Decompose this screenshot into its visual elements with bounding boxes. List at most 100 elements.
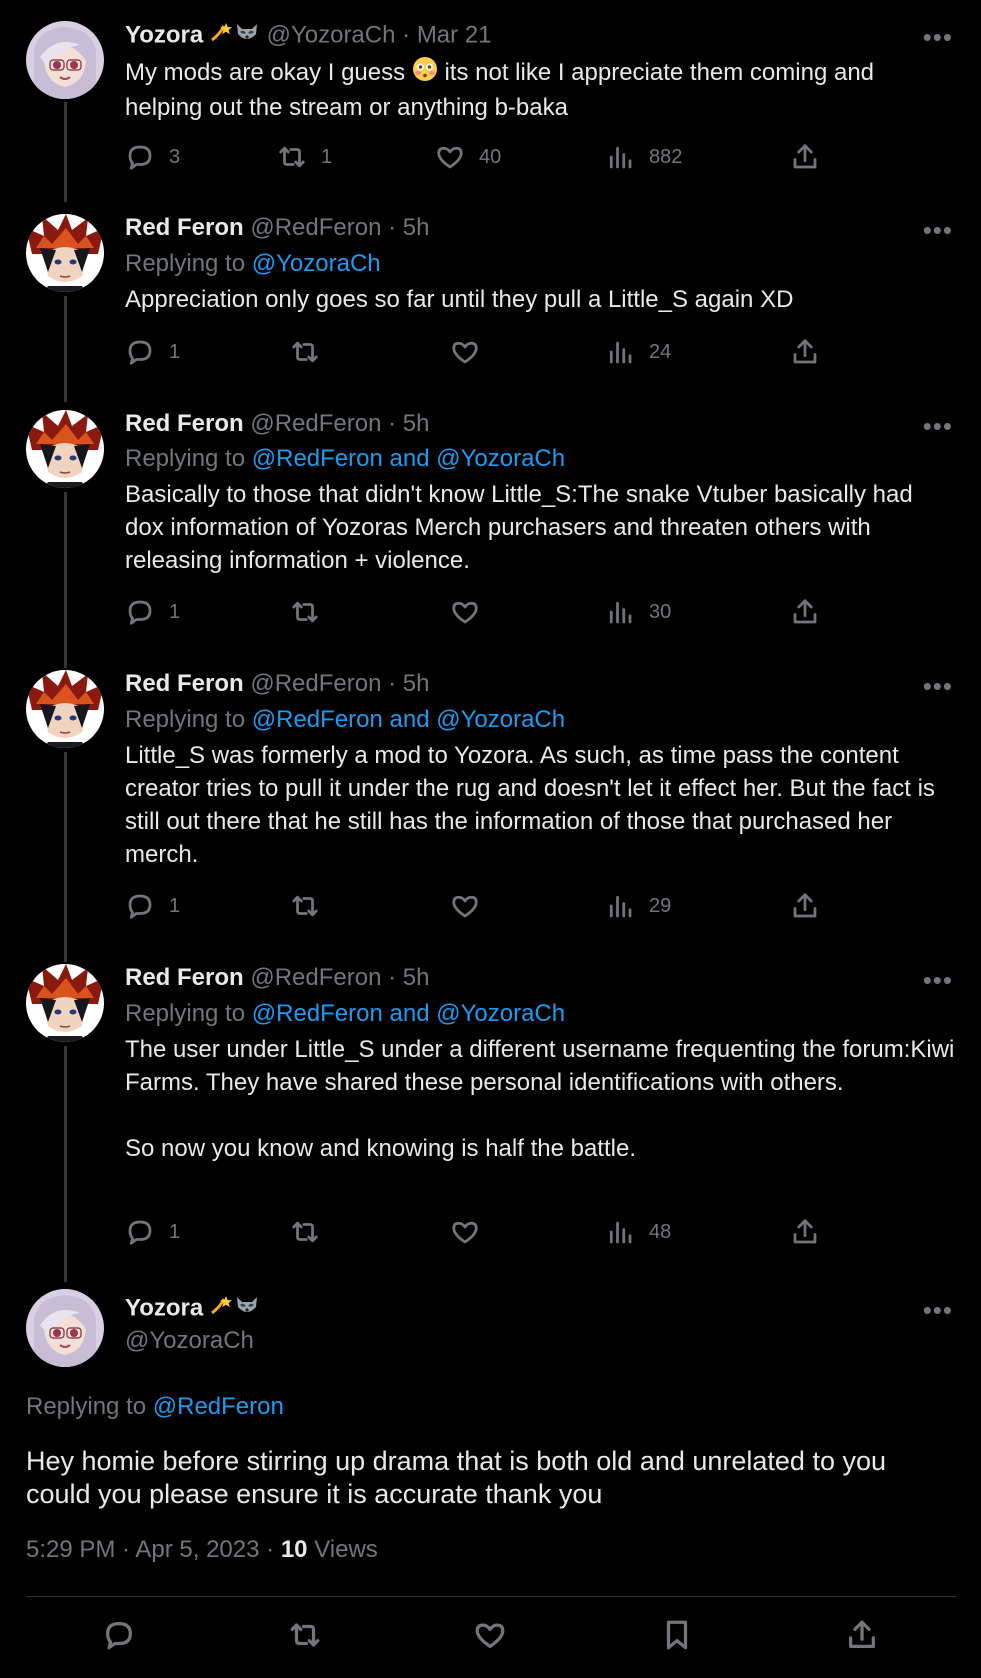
bookmark-icon[interactable] (660, 1618, 694, 1652)
share-button[interactable] (790, 1217, 820, 1247)
display-name[interactable]: Red Feron (125, 214, 244, 241)
more-icon[interactable]: ••• (923, 413, 953, 439)
reply-button[interactable]: 1 (125, 891, 180, 921)
views-button[interactable]: 29 (605, 891, 671, 921)
share-button[interactable] (790, 142, 820, 172)
tweet-meta: 5:29 PM · Apr 5, 2023 · 10 Views (26, 1535, 378, 1565)
views-count: 10 (280, 1536, 308, 1563)
views-count: 29 (649, 894, 672, 917)
separator-dot: · (388, 410, 397, 437)
replying-to-link[interactable]: @RedFeron and @YozoraCh (252, 1000, 565, 1027)
views-button[interactable]: 30 (605, 597, 671, 627)
reply-button[interactable]: 3 (125, 142, 180, 172)
separator-dot: · (402, 21, 411, 49)
display-name[interactable]: Red Feron (125, 670, 244, 697)
share-button[interactable] (790, 597, 820, 627)
reply-count: 1 (169, 1220, 181, 1243)
timestamp[interactable]: 5h (403, 670, 430, 697)
replying-to-link[interactable]: @RedFeron and @YozoraCh (252, 445, 565, 472)
timestamp[interactable]: Mar 21 (417, 21, 492, 48)
share-icon[interactable] (845, 1618, 879, 1652)
replying-to-link[interactable]: @YozoraCh (252, 250, 381, 277)
display-name[interactable]: Red Feron (125, 410, 244, 437)
repost-icon[interactable] (288, 1618, 322, 1652)
replying-to-link[interactable]: @RedFeron and @YozoraCh (252, 706, 565, 733)
like-icon (452, 601, 478, 624)
replying-to: Replying to @RedFeron (26, 1392, 284, 1422)
avatar-redferon[interactable] (26, 214, 104, 292)
handle[interactable]: @RedFeron (250, 670, 381, 697)
repost-icon (292, 341, 318, 363)
thread-line (64, 296, 67, 402)
repost-button[interactable] (290, 1217, 320, 1247)
handle[interactable]: @RedFeron (250, 214, 381, 241)
timestamp[interactable]: 5h (403, 410, 430, 437)
like-button[interactable] (450, 891, 480, 921)
reply-count: 3 (169, 145, 181, 168)
post-time[interactable]: 5:29 PM · Apr 5, 2023 · (26, 1536, 281, 1563)
replying-to: Replying to @YozoraCh (125, 249, 381, 279)
views-icon (609, 341, 632, 364)
replying-to: Replying to @RedFeron and @YozoraCh (125, 705, 565, 735)
views-button[interactable]: 24 (605, 337, 671, 367)
avatar-redferon[interactable] (26, 670, 104, 748)
divider (26, 1596, 956, 1597)
thread-line (64, 102, 67, 202)
reply-button[interactable]: 1 (125, 337, 180, 367)
like-count: 40 (479, 145, 502, 168)
main-handle[interactable]: @YozoraCh (125, 1326, 254, 1356)
reply-icon (128, 1220, 152, 1245)
repost-button[interactable] (290, 597, 320, 627)
share-button[interactable] (790, 891, 820, 921)
repost-button[interactable] (290, 891, 320, 921)
reply-icon[interactable] (102, 1618, 136, 1652)
more-icon[interactable]: ••• (923, 967, 953, 993)
views-button[interactable]: 48 (605, 1217, 671, 1247)
reply-icon (128, 600, 152, 625)
avatar-redferon[interactable] (26, 964, 104, 1042)
like-icon (452, 895, 478, 918)
timestamp[interactable]: 5h (403, 964, 430, 991)
like-icon[interactable] (473, 1618, 507, 1652)
replying-to: Replying to @RedFeron and @YozoraCh (125, 999, 565, 1029)
more-icon[interactable]: ••• (923, 673, 953, 699)
main-tweet-text: Hey homie before stirring up drama that … (26, 1446, 887, 1509)
handle[interactable]: @RedFeron (250, 410, 381, 437)
views-button[interactable]: 882 (605, 142, 682, 172)
views-icon (609, 895, 632, 918)
avatar-redferon[interactable] (26, 410, 104, 488)
repost-button[interactable] (290, 337, 320, 367)
replying-prefix: Replying to (125, 445, 246, 472)
avatar-yozora[interactable] (26, 21, 104, 99)
like-button[interactable] (450, 337, 480, 367)
tweet-actions: 1 24 (125, 337, 825, 371)
handle[interactable]: @YozoraCh (267, 21, 396, 48)
like-button[interactable] (450, 1217, 480, 1247)
more-icon[interactable]: ••• (923, 217, 953, 243)
repost-icon (279, 146, 305, 168)
repost-icon (292, 601, 318, 623)
views-count: 48 (649, 1220, 672, 1243)
share-button[interactable] (790, 337, 820, 367)
like-button[interactable]: 40 (435, 142, 501, 172)
tweet-actions: 1 30 (125, 597, 825, 631)
shooting-star-icon (210, 20, 234, 52)
tweet-header: Red Feron @RedFeron · 5h (125, 409, 430, 439)
timestamp[interactable]: 5h (403, 214, 430, 241)
reply-count: 1 (169, 894, 181, 917)
handle[interactable]: @RedFeron (250, 964, 381, 991)
reply-button[interactable]: 1 (125, 1217, 180, 1247)
replying-to-link[interactable]: @RedFeron (153, 1393, 284, 1420)
repost-button[interactable]: 1 (277, 142, 332, 172)
like-button[interactable] (450, 597, 480, 627)
more-icon[interactable]: ••• (923, 24, 953, 50)
reply-button[interactable]: 1 (125, 597, 180, 627)
more-icon[interactable]: ••• (923, 1297, 953, 1323)
display-name[interactable]: Yozora (125, 21, 203, 48)
display-name[interactable]: Yozora (125, 1294, 203, 1321)
display-name[interactable]: Red Feron (125, 964, 244, 991)
share-icon (793, 339, 817, 364)
separator-dot: · (388, 670, 397, 697)
avatar-yozora[interactable] (26, 1289, 104, 1367)
tweet-header: Red Feron @RedFeron · 5h (125, 213, 430, 243)
